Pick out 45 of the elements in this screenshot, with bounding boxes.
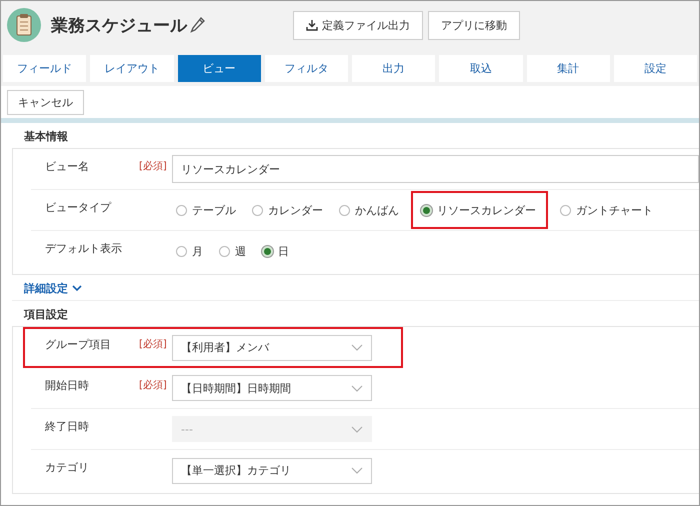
chevron-down-icon: [72, 285, 82, 292]
field-label: 終了日時: [45, 419, 90, 434]
field-label: デフォルト表示: [45, 241, 123, 256]
field-label: 開始日時: [45, 378, 90, 393]
radio-option[interactable]: 月: [172, 232, 207, 270]
select-field[interactable]: 【単一選択】カテゴリ: [172, 458, 372, 484]
radio-option[interactable]: 日: [258, 232, 293, 270]
text-field[interactable]: リソースカレンダー: [172, 155, 699, 183]
tab[interactable]: 集計: [526, 55, 610, 82]
field-label: カテゴリ: [45, 460, 90, 475]
tab[interactable]: 取込: [439, 55, 522, 82]
chevron-down-icon: [351, 384, 363, 392]
required-tag: [必須]: [139, 149, 172, 173]
select-field[interactable]: 【利用者】メンバ: [172, 334, 372, 360]
radio-option[interactable]: テーブル: [172, 191, 240, 229]
app-button[interactable]: アプリに移動: [428, 10, 520, 40]
chevron-down-icon: [351, 467, 363, 474]
tab[interactable]: フィールド: [3, 55, 86, 82]
clipboard-icon: [7, 8, 41, 42]
tab[interactable]: 出力: [352, 55, 436, 82]
field-label: グループ項目: [45, 337, 112, 352]
select-field[interactable]: 【日時期間】日時期間: [172, 375, 372, 401]
radio-option[interactable]: 週: [215, 232, 250, 270]
advanced-settings-link[interactable]: 詳細設定: [24, 281, 82, 296]
section-title: 項目設定: [22, 307, 69, 323]
tab[interactable]: フィルタ: [264, 55, 348, 82]
chevron-down-icon: [351, 426, 363, 432]
field-label: ビュー名: [45, 159, 90, 174]
app-title: 業務スケジュール: [51, 14, 187, 36]
chevron-down-icon: [351, 344, 363, 351]
tab[interactable]: 設定: [614, 55, 697, 82]
radio-option[interactable]: カレンダー: [248, 191, 327, 229]
field-label: ビュータイプ: [45, 200, 112, 215]
export-button[interactable]: 定義ファイル出力: [293, 10, 423, 40]
section-title: 基本情報: [23, 129, 69, 145]
download-icon: [306, 19, 318, 31]
required-tag: [必須]: [139, 368, 172, 392]
radio-option[interactable]: ガントチャート: [556, 191, 657, 229]
cancel-button[interactable]: キャンセル: [7, 90, 84, 115]
tab[interactable]: ビュー: [178, 55, 261, 82]
radio-option[interactable]: リソースカレンダー: [411, 191, 548, 229]
required-tag: [必須]: [139, 327, 172, 351]
tab[interactable]: レイアウト: [90, 55, 174, 82]
radio-option[interactable]: かんばん: [335, 191, 403, 229]
pencil-icon: [190, 16, 206, 34]
